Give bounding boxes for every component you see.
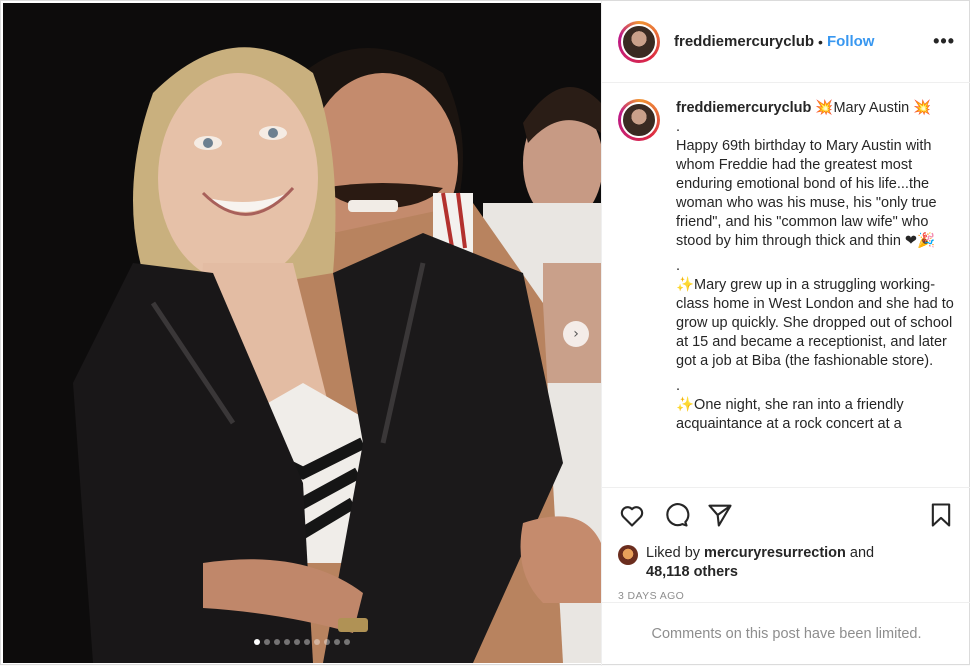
likes-text: Liked by mercuryresurrection and 48,118 o… <box>646 544 874 582</box>
likes-and: and <box>845 545 875 561</box>
caption-line: ✨Mary grew up in a struggling working-cl… <box>676 277 954 369</box>
more-icon[interactable]: ••• <box>933 31 955 52</box>
caption-line: ✨One night, she ran into a friendly acqu… <box>676 397 904 432</box>
carousel-dot <box>304 639 310 645</box>
separator: • <box>818 33 823 50</box>
post-header: freddiemercuryclub • Follow ••• <box>602 1 970 83</box>
follow-button[interactable]: Follow <box>827 33 875 50</box>
carousel-dot <box>334 639 340 645</box>
caption-line: 💥Mary Austin 💥 <box>815 100 932 116</box>
carousel-dot <box>324 639 330 645</box>
share-icon[interactable] <box>706 501 734 529</box>
caption: freddiemercuryclub 💥Mary Austin 💥 . Happ… <box>618 99 955 434</box>
likes-prefix: Liked by <box>646 545 705 561</box>
carousel-dot <box>294 639 300 645</box>
likes-count[interactable]: 48,118 others <box>646 564 738 580</box>
header-username[interactable]: freddiemercuryclub <box>674 33 814 50</box>
avatar[interactable] <box>621 102 657 138</box>
likes-summary: Liked by mercuryresurrection and 48,118 o… <box>618 544 955 582</box>
carousel-dot <box>264 639 270 645</box>
caption-line: . <box>676 258 681 274</box>
caption-line: Happy 69th birthday to Mary Austin with … <box>676 138 937 249</box>
post-actions: Liked by mercuryresurrection and 48,118 o… <box>602 487 970 602</box>
comments-limited-notice: Comments on this post have been limited. <box>602 602 970 665</box>
carousel-dot <box>344 639 350 645</box>
post-timestamp[interactable]: 3 DAYS AGO <box>618 590 955 602</box>
liker-username[interactable]: mercuryresurrection <box>704 545 846 561</box>
action-icons <box>618 498 955 532</box>
caption-line: . <box>676 378 681 394</box>
avatar[interactable] <box>621 23 657 60</box>
carousel-dot <box>314 639 320 645</box>
profile-avatar-ring[interactable] <box>618 20 660 63</box>
post-photo[interactable]: › <box>3 3 601 663</box>
carousel-next-button[interactable]: › <box>563 321 589 347</box>
caption-username[interactable]: freddiemercuryclub <box>676 100 811 116</box>
instagram-post: › freddiemercuryclub • Follow ••• freddi… <box>0 0 970 666</box>
heart-icon[interactable] <box>618 501 646 529</box>
post-sidebar: freddiemercuryclub • Follow ••• freddiem… <box>601 1 970 666</box>
comments-area[interactable]: freddiemercuryclub 💥Mary Austin 💥 . Happ… <box>602 83 970 487</box>
comment-icon[interactable] <box>662 501 690 529</box>
bookmark-icon[interactable] <box>927 501 955 529</box>
carousel-dot <box>254 639 260 645</box>
caption-body: freddiemercuryclub 💥Mary Austin 💥 . Happ… <box>676 99 955 434</box>
carousel-dot <box>284 639 290 645</box>
carousel-dots <box>3 639 601 645</box>
photo-image <box>3 3 601 663</box>
carousel-dot <box>274 639 280 645</box>
liker-avatar[interactable] <box>618 545 638 565</box>
caption-line: . <box>676 119 681 135</box>
caption-avatar-ring[interactable] <box>618 99 660 141</box>
